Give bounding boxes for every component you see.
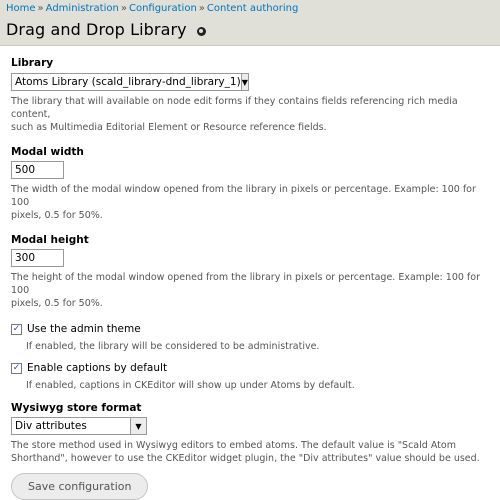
wysiwyg-format-description: The store method used in Wysiwyg editors… (11, 439, 488, 465)
config-form: Library Atoms Library (scald_library-dnd… (0, 57, 500, 500)
modal-width-label: Modal width (11, 146, 84, 158)
captions-checkbox[interactable]: ✓ (11, 362, 22, 374)
description-line: The height of the modal window opened fr… (11, 272, 480, 296)
admin-theme-row: ✓ Use the admin theme (11, 323, 488, 335)
description-line: The width of the modal window opened fro… (11, 184, 476, 208)
description-line: pixels, 0.5 for 50%. (11, 210, 103, 221)
wysiwyg-format-label: Wysiwyg store format (11, 402, 142, 414)
modal-width-input[interactable]: 500 (11, 161, 64, 179)
modal-height-description: The height of the modal window opened fr… (11, 271, 488, 310)
description-line: such as Multimedia Editorial Element or … (11, 122, 327, 133)
title-row: Drag and Drop Library (6, 20, 206, 39)
library-description: The library that will available on node … (11, 95, 488, 134)
captions-description: If enabled, captions in CKEditor will sh… (26, 380, 355, 391)
description-line: Shorthand", however to use the CKEditor … (11, 453, 480, 464)
admin-theme-label[interactable]: Use the admin theme (27, 323, 141, 335)
breadcrumb-administration[interactable]: Administration (46, 3, 119, 14)
admin-theme-checkbox[interactable]: ✓ (11, 323, 22, 335)
page-header: Home» Administration» Configuration» Conten… (0, 0, 500, 46)
description-line: The library that will available on node … (11, 96, 458, 120)
modal-height-field: Modal height 300 The height of the modal… (11, 234, 488, 310)
captions-row: ✓ Enable captions by default (11, 362, 488, 374)
breadcrumb-separator: » (120, 3, 127, 14)
save-configuration-button[interactable]: Save configuration (11, 473, 149, 500)
breadcrumb-separator: » (37, 3, 44, 14)
captions-label[interactable]: Enable captions by default (27, 362, 167, 374)
library-label: Library (11, 57, 54, 69)
wysiwyg-format-select-value: Div attributes (15, 420, 87, 432)
modal-width-description: The width of the modal window opened fro… (11, 183, 488, 222)
page-title: Drag and Drop Library (6, 20, 187, 39)
shortcut-star-icon[interactable] (196, 26, 206, 36)
modal-height-label: Modal height (11, 234, 89, 246)
admin-theme-description: If enabled, the library will be consider… (26, 341, 320, 352)
library-select[interactable]: Atoms Library (scald_library-dnd_library… (11, 73, 249, 91)
library-field: Library Atoms Library (scald_library-dnd… (11, 57, 488, 134)
breadcrumb-configuration[interactable]: Configuration (129, 3, 197, 14)
breadcrumb-content-authoring[interactable]: Content authoring (207, 3, 298, 14)
chevron-down-icon[interactable]: ▼ (240, 74, 248, 90)
wysiwyg-format-field: Wysiwyg store format Div attributes ▼ Th… (11, 402, 488, 465)
checkmark-icon: ✓ (12, 323, 21, 334)
description-line: pixels, 0.5 for 50%. (11, 298, 103, 309)
modal-height-input[interactable]: 300 (11, 249, 64, 267)
form-actions: Save configuration (11, 473, 488, 500)
chevron-down-icon[interactable]: ▼ (130, 418, 146, 434)
checkmark-icon: ✓ (12, 362, 21, 373)
library-select-value: Atoms Library (scald_library-dnd_library… (15, 76, 241, 88)
modal-width-field: Modal width 500 The width of the modal w… (11, 146, 488, 222)
description-line: The store method used in Wysiwyg editors… (11, 440, 456, 451)
admin-theme-field: ✓ Use the admin theme If enabled, the li… (11, 323, 488, 353)
wysiwyg-format-select[interactable]: Div attributes ▼ (11, 417, 147, 435)
breadcrumb-home[interactable]: Home (6, 3, 36, 14)
captions-field: ✓ Enable captions by default If enabled,… (11, 362, 488, 392)
breadcrumb: Home» Administration» Configuration» Conten… (6, 3, 298, 14)
breadcrumb-separator: » (198, 3, 205, 14)
